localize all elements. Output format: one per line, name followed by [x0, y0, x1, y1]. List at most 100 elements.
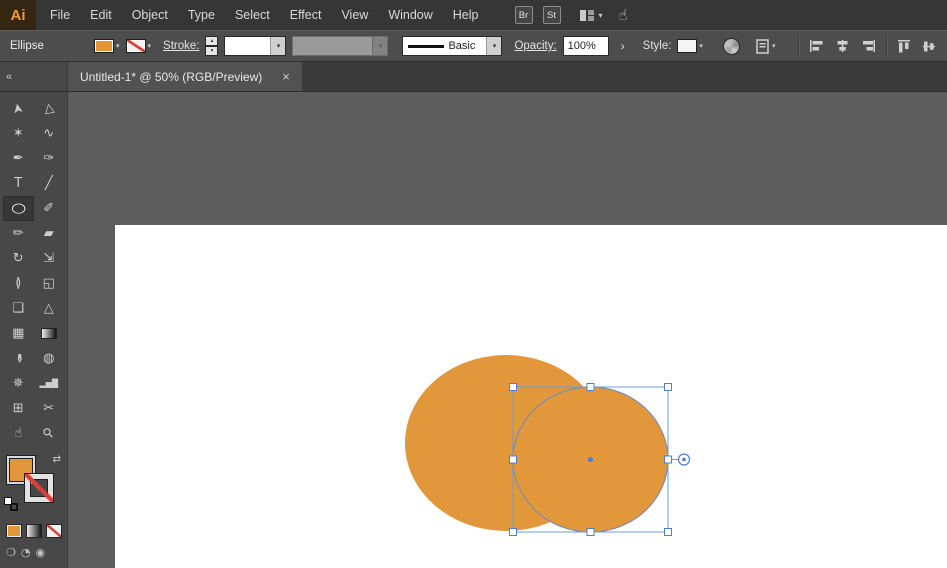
- magic-wand-tool[interactable]: ✶: [3, 121, 34, 146]
- perspective-grid-tool[interactable]: △: [34, 296, 65, 321]
- free-transform-tool[interactable]: ◱: [34, 271, 65, 296]
- default-fill-stroke-icon[interactable]: [4, 497, 18, 511]
- scale-tool-icon: ⇲: [43, 252, 54, 265]
- align-horizontal-right-icon[interactable]: [860, 38, 877, 54]
- line-segment-tool[interactable]: ╱: [34, 171, 65, 196]
- pen-tool[interactable]: ✒: [3, 146, 34, 171]
- align-vertical-center-icon[interactable]: [921, 38, 937, 55]
- menu-window[interactable]: Window: [378, 0, 442, 30]
- eyedropper-tool[interactable]: ✒: [3, 346, 34, 371]
- document-canvas[interactable]: [68, 92, 947, 568]
- type-tool[interactable]: T: [3, 171, 34, 196]
- pencil-tool[interactable]: ✏: [3, 221, 34, 246]
- symbol-sprayer-tool[interactable]: ✵: [3, 371, 34, 396]
- selection-handle[interactable]: [510, 384, 517, 391]
- column-graph-tool[interactable]: ▂▅█: [34, 371, 65, 396]
- opacity-label[interactable]: Opacity:: [514, 40, 556, 52]
- shape-builder-tool[interactable]: ❑: [3, 296, 34, 321]
- menu-view[interactable]: View: [331, 0, 378, 30]
- menu-edit[interactable]: Edit: [80, 0, 122, 30]
- close-icon[interactable]: ×: [282, 69, 290, 84]
- eraser-tool[interactable]: ▰: [34, 221, 65, 246]
- rotate-tool[interactable]: ↻: [3, 246, 34, 271]
- selection-handle[interactable]: [587, 529, 594, 536]
- selection-handle[interactable]: [665, 384, 672, 391]
- zoom-tool[interactable]: ⚲: [34, 421, 65, 446]
- selection-center-point[interactable]: [588, 457, 593, 462]
- blend-tool[interactable]: ◍: [34, 346, 65, 371]
- hand-tool[interactable]: ☝: [3, 421, 34, 446]
- stroke-swatch[interactable]: [25, 474, 53, 502]
- mesh-tool[interactable]: ▦: [3, 321, 34, 346]
- selection-handle[interactable]: [510, 529, 517, 536]
- stroke-weight-stepper[interactable]: ▴ ▾: [205, 36, 218, 56]
- width-tool[interactable]: ≬: [3, 271, 34, 296]
- menu-badges: Br St: [515, 6, 561, 24]
- align-horizontal-left-icon[interactable]: [808, 38, 825, 54]
- bridge-badge[interactable]: Br: [515, 6, 533, 24]
- menu-select[interactable]: Select: [225, 0, 280, 30]
- selection-handle[interactable]: [665, 456, 672, 463]
- document-tab[interactable]: Untitled-1* @ 50% (RGB/Preview) ×: [68, 62, 302, 91]
- menu-type[interactable]: Type: [178, 0, 225, 30]
- artboard-tool[interactable]: ⊞: [3, 396, 34, 421]
- paintbrush-tool[interactable]: ✐: [34, 196, 65, 221]
- style-swatch: [677, 39, 697, 53]
- main-area: ➤▷✶∿✒✑T╱○✐✏▰↻⇲≬◱❑△▦✒◍✵▂▅█⊞✂☝⚲ ⇄ ❍◔◉: [0, 92, 947, 568]
- selection-tool[interactable]: ➤: [3, 96, 34, 121]
- chevron-down-icon[interactable]: ▾: [270, 37, 285, 55]
- draw-inside-mode-icon[interactable]: ◉: [35, 546, 45, 559]
- tools-panel: ➤▷✶∿✒✑T╱○✐✏▰↻⇲≬◱❑△▦✒◍✵▂▅█⊞✂☝⚲ ⇄ ❍◔◉: [0, 92, 68, 568]
- lasso-tool-icon: ∿: [43, 127, 54, 140]
- selection-handle[interactable]: [587, 384, 594, 391]
- document-setup-dropdown[interactable]: ▾: [756, 39, 776, 54]
- none-button[interactable]: [46, 524, 62, 538]
- lasso-tool[interactable]: ∿: [34, 121, 65, 146]
- stock-badge[interactable]: St: [543, 6, 561, 24]
- opacity-input[interactable]: [563, 36, 609, 56]
- menu-help[interactable]: Help: [443, 0, 489, 30]
- scale-tool[interactable]: ⇲: [34, 246, 65, 271]
- selection-tool-icon: ➤: [11, 102, 26, 115]
- draw-behind-mode-icon[interactable]: ◔: [21, 546, 31, 559]
- gradient-tool[interactable]: [34, 321, 65, 346]
- line-segment-tool-icon: ╱: [45, 177, 53, 190]
- chevron-down-icon[interactable]: ▾: [486, 37, 501, 55]
- curvature-tool[interactable]: ✑: [34, 146, 65, 171]
- swap-fill-stroke-icon[interactable]: ⇄: [53, 454, 61, 465]
- stepper-up-icon[interactable]: ▴: [205, 36, 218, 46]
- tab-row: « Untitled-1* @ 50% (RGB/Preview) ×: [0, 62, 947, 92]
- selection-handle[interactable]: [510, 456, 517, 463]
- stepper-down-icon[interactable]: ▾: [205, 46, 218, 56]
- stroke-color-dropdown[interactable]: ▾: [126, 39, 152, 53]
- panel-collapse-icon[interactable]: «: [6, 71, 12, 83]
- column-graph-tool-icon: ▂▅█: [40, 380, 58, 388]
- color-button[interactable]: [6, 524, 22, 538]
- menu-file[interactable]: File: [40, 0, 80, 30]
- slice-tool[interactable]: ✂: [34, 396, 65, 421]
- selection-handle[interactable]: [665, 529, 672, 536]
- align-horizontal-center-icon[interactable]: [834, 38, 851, 54]
- blend-tool-icon: ◍: [43, 352, 54, 365]
- brush-definition-combo[interactable]: Basic ▾: [402, 36, 502, 56]
- fill-color-dropdown[interactable]: ▾: [94, 39, 120, 53]
- stroke-label[interactable]: Stroke:: [163, 40, 199, 52]
- paint-mode-buttons: [6, 524, 67, 538]
- menu-effect[interactable]: Effect: [280, 0, 332, 30]
- menu-object[interactable]: Object: [122, 0, 178, 30]
- ellipse-tool[interactable]: ○: [3, 196, 34, 221]
- fill-color-swatch: [94, 39, 114, 53]
- opacity-more-button[interactable]: ›: [615, 36, 631, 56]
- app-logo: Ai: [0, 0, 36, 30]
- stroke-weight-combo[interactable]: ▾: [224, 36, 286, 56]
- style-dropdown[interactable]: ▾: [677, 39, 703, 53]
- align-vertical-top-icon[interactable]: [896, 38, 912, 55]
- direct-selection-tool[interactable]: ▷: [34, 96, 65, 121]
- recolor-artwork-icon[interactable]: [723, 38, 740, 55]
- separator: [798, 35, 799, 57]
- workspace-switcher[interactable]: ▾: [579, 9, 603, 22]
- touch-workspace-icon[interactable]: ☝: [619, 6, 628, 24]
- draw-mode-buttons: ❍ ◔ ◉: [6, 546, 67, 559]
- gradient-button[interactable]: [26, 524, 42, 538]
- draw-normal-mode-icon[interactable]: ❍: [6, 546, 16, 559]
